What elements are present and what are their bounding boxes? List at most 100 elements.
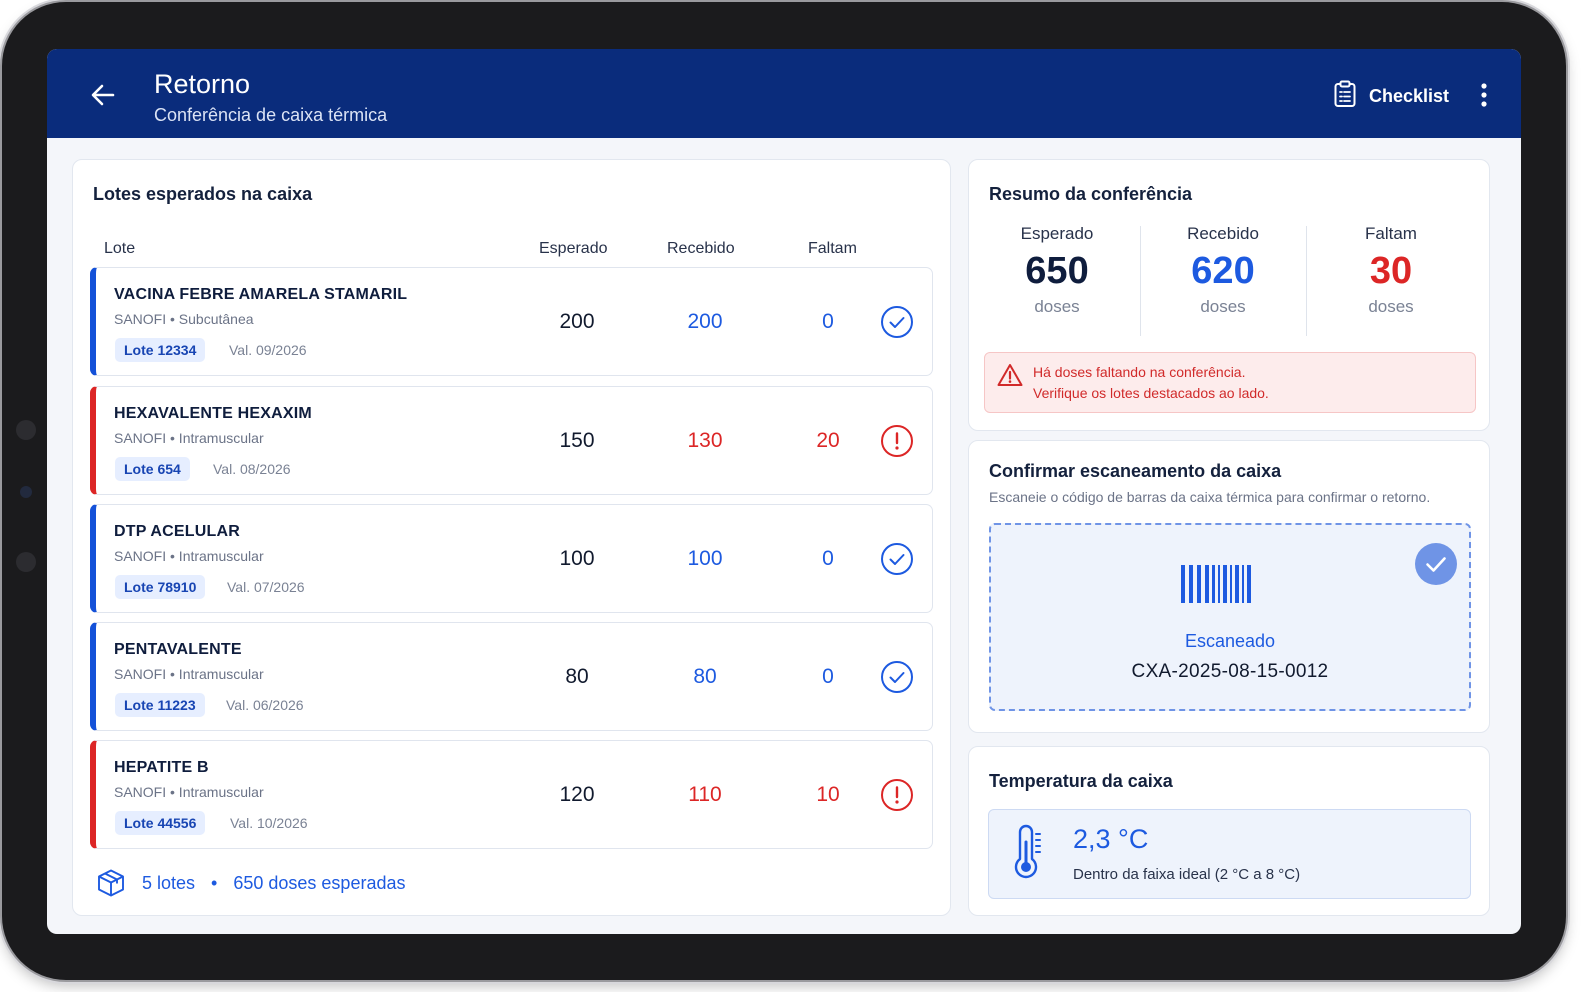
resumo-card: Resumo da conferência Esperado 650 doses… xyxy=(968,159,1490,431)
lote-validade: Val. 06/2026 xyxy=(226,697,304,713)
divider xyxy=(1306,226,1307,336)
side-button xyxy=(16,552,36,572)
column-header-faltam: Faltam xyxy=(808,240,857,257)
lote-validade: Val. 09/2026 xyxy=(229,342,307,358)
lote-validade: Val. 07/2026 xyxy=(227,579,305,595)
warning-triangle-icon xyxy=(997,363,1023,387)
scanned-code: CXA-2025-08-15-0012 xyxy=(1131,661,1329,682)
lote-esperado: 150 xyxy=(559,429,595,452)
scan-status: Escaneado xyxy=(1184,631,1276,651)
thermometer-icon xyxy=(1009,824,1047,880)
stat-unit: doses xyxy=(1368,297,1414,316)
lotes-count: 5 lotes xyxy=(142,872,196,893)
lote-recebido: 110 xyxy=(688,783,722,806)
missing-doses-alert: Há doses faltando na conferência. Verifi… xyxy=(984,352,1476,413)
package-icon xyxy=(96,868,126,898)
checklist-button[interactable]: Checklist xyxy=(1333,80,1449,112)
check-badge-icon xyxy=(1415,543,1457,585)
stat-unit: doses xyxy=(1200,297,1246,316)
stat-value: 30 xyxy=(1369,250,1413,292)
lote-manufacturer: SANOFI • Intramuscular xyxy=(114,666,264,682)
lote-recebido: 100 xyxy=(687,547,723,570)
stat-label: Recebido xyxy=(1187,224,1259,243)
lote-row[interactable]: HEPATITE B SANOFI • Intramuscular Lote 4… xyxy=(90,740,933,849)
barcode-scan-area[interactable]: Escaneado CXA-2025-08-15-0012 xyxy=(989,523,1471,711)
stat-value: 650 xyxy=(1025,250,1089,292)
camera-dot xyxy=(20,486,32,498)
lote-badge: Lote 654 xyxy=(115,457,190,481)
clipboard-icon xyxy=(1333,80,1357,113)
lote-badge: Lote 44556 xyxy=(115,811,206,835)
alert-circle-icon xyxy=(880,424,914,458)
scan-card: Confirmar escaneamento da caixa Escaneie… xyxy=(968,440,1490,733)
alert-circle-icon xyxy=(880,778,914,812)
check-circle-icon xyxy=(880,305,914,339)
lote-esperado: 100 xyxy=(559,547,595,570)
temperature-reading: 2,3 °C Dentro da faixa ideal (2 °C a 8 °… xyxy=(988,809,1471,899)
scan-subtitle: Escaneie o código de barras da caixa tér… xyxy=(989,489,1431,505)
lote-recebido: 80 xyxy=(693,665,717,688)
stat-value: 620 xyxy=(1191,250,1255,292)
temperatura-title: Temperatura da caixa xyxy=(989,771,1173,791)
lote-faltam: 0 xyxy=(822,547,834,570)
lotes-title: Lotes esperados na caixa xyxy=(93,184,313,204)
lote-recebido: 200 xyxy=(687,310,723,333)
check-circle-icon xyxy=(880,542,914,576)
app-screen: Retorno Conferência de caixa térmica Che… xyxy=(47,49,1521,934)
stat-recebido: Recebido 620 doses xyxy=(1140,224,1306,317)
lote-validade: Val. 08/2026 xyxy=(213,461,291,477)
lote-badge: Lote 78910 xyxy=(115,575,206,599)
lote-esperado: 200 xyxy=(559,310,595,333)
barcode-icon xyxy=(1181,565,1251,603)
lote-row[interactable]: HEXAVALENTE HEXAXIM SANOFI • Intramuscul… xyxy=(90,386,933,495)
lote-name: VACINA FEBRE AMARELA STAMARIL xyxy=(114,286,408,303)
alert-message: Há doses faltando na conferência. xyxy=(1033,364,1246,380)
back-arrow-icon[interactable] xyxy=(87,79,119,111)
lote-validade: Val. 10/2026 xyxy=(230,815,308,831)
lote-row[interactable]: DTP ACELULAR SANOFI • Intramuscular Lote… xyxy=(90,504,933,613)
lote-row[interactable]: PENTAVALENTE SANOFI • Intramuscular Lote… xyxy=(90,622,933,731)
doses-total: 650 doses esperadas xyxy=(233,872,406,893)
separator-dot: • xyxy=(211,872,218,893)
app-bar: Retorno Conferência de caixa térmica Che… xyxy=(47,49,1521,138)
lote-esperado: 120 xyxy=(559,783,595,806)
stat-label: Esperado xyxy=(1020,224,1094,243)
more-vertical-icon[interactable] xyxy=(1472,79,1496,111)
alert-hint: Verifique os lotes destacados ao lado. xyxy=(1033,385,1269,401)
resumo-title: Resumo da conferência xyxy=(989,184,1193,204)
lote-name: HEXAVALENTE HEXAXIM xyxy=(114,405,312,422)
stat-faltam: Faltam 30 doses xyxy=(1308,224,1474,317)
lote-faltam: 0 xyxy=(822,665,834,688)
lote-badge: Lote 12334 xyxy=(115,338,206,362)
column-header-recebido: Recebido xyxy=(667,240,735,257)
lote-faltam: 10 xyxy=(816,783,840,806)
lote-faltam: 20 xyxy=(816,429,840,452)
lote-name: PENTAVALENTE xyxy=(114,641,242,658)
lote-manufacturer: SANOFI • Intramuscular xyxy=(114,784,264,800)
lote-esperado: 80 xyxy=(565,665,589,688)
side-button xyxy=(16,420,36,440)
checklist-label: Checklist xyxy=(1369,85,1450,106)
column-header-esperado: Esperado xyxy=(539,240,608,257)
lote-faltam: 0 xyxy=(822,310,834,333)
check-circle-icon xyxy=(880,660,914,694)
stat-label: Faltam xyxy=(1365,224,1417,243)
scan-title: Confirmar escaneamento da caixa xyxy=(989,461,1282,481)
lote-badge: Lote 11223 xyxy=(115,693,205,717)
lote-manufacturer: SANOFI • Subcutânea xyxy=(114,311,254,327)
page-title: Retorno xyxy=(154,69,251,99)
lotes-summary-footer: 5 lotes • 650 doses esperadas xyxy=(96,866,405,900)
temperatura-card: Temperatura da caixa 2,3 °C Dentro da fa… xyxy=(968,746,1490,916)
lote-manufacturer: SANOFI • Intramuscular xyxy=(114,548,264,564)
temperature-value: 2,3 °C xyxy=(1073,824,1149,854)
column-header-lote: Lote xyxy=(104,240,136,257)
lote-name: HEPATITE B xyxy=(114,759,209,776)
stat-unit: doses xyxy=(1034,297,1080,316)
page-subtitle: Conferência de caixa térmica xyxy=(154,105,388,125)
lotes-card: Lotes esperados na caixa Lote Esperado R… xyxy=(72,159,951,916)
lote-row[interactable]: VACINA FEBRE AMARELA STAMARIL SANOFI • S… xyxy=(90,267,933,376)
lote-recebido: 130 xyxy=(687,429,723,452)
lote-manufacturer: SANOFI • Intramuscular xyxy=(114,430,264,446)
temperature-description: Dentro da faixa ideal (2 °C a 8 °C) xyxy=(1073,866,1301,883)
stat-esperado: Esperado 650 doses xyxy=(974,224,1140,317)
